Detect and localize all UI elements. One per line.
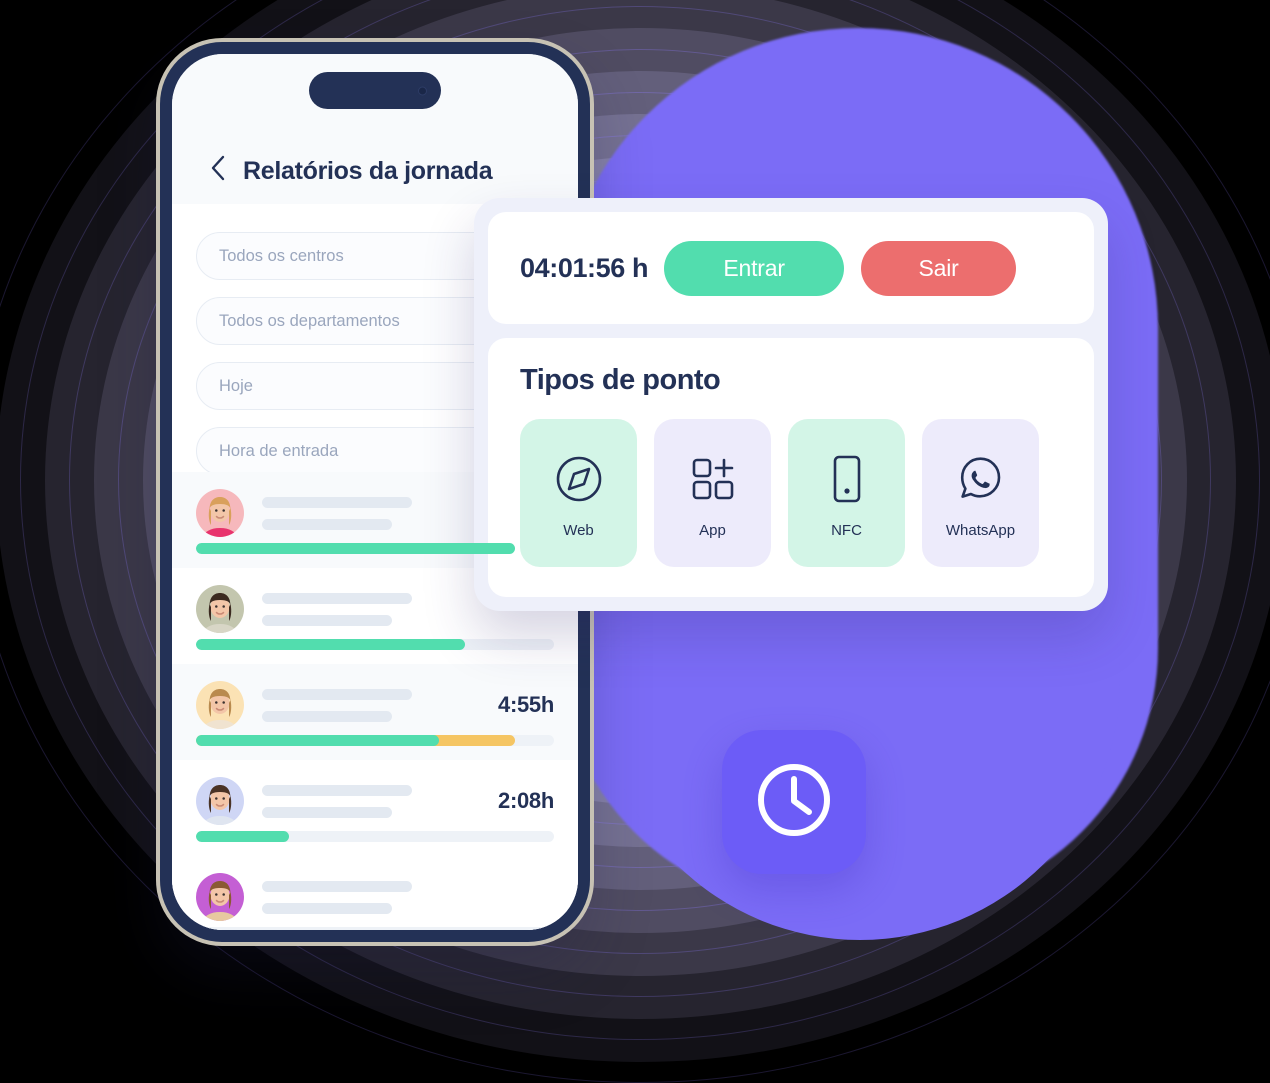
skeleton-line bbox=[262, 688, 412, 700]
progress-bar bbox=[196, 927, 554, 930]
progress-worked-segment bbox=[196, 735, 440, 746]
row-worked-hours: 2:08h bbox=[498, 788, 554, 813]
progress-worked-segment bbox=[196, 831, 290, 842]
timer-card: 04:01:56 h Entrar Sair bbox=[488, 212, 1094, 324]
filter-entry-time-label: Hora de entrada bbox=[219, 441, 339, 460]
avatar bbox=[196, 777, 244, 825]
skeleton-line bbox=[262, 806, 392, 818]
skeleton-line bbox=[262, 710, 392, 722]
punch-type-web-label: Web bbox=[563, 521, 594, 539]
filter-centers-label: Todos os centros bbox=[219, 246, 344, 265]
filter-departments-label: Todos os departamentos bbox=[219, 311, 400, 330]
clock-icon bbox=[751, 757, 837, 848]
skeleton-line bbox=[262, 518, 392, 530]
avatar bbox=[196, 873, 244, 921]
row-placeholder-lines bbox=[262, 784, 488, 818]
exit-button[interactable]: Sair bbox=[861, 240, 1017, 296]
avatar bbox=[196, 585, 244, 633]
progress-worked-segment bbox=[196, 543, 515, 554]
punch-type-app-label: App bbox=[699, 521, 726, 539]
avatar bbox=[196, 489, 244, 537]
punch-type-nfc[interactable]: NFC bbox=[788, 419, 905, 567]
skeleton-line bbox=[262, 784, 412, 796]
chevron-left-icon[interactable] bbox=[210, 155, 226, 181]
row-placeholder-lines bbox=[262, 688, 488, 722]
skeleton-line bbox=[262, 496, 412, 508]
punch-types-card: Tipos de ponto Web App NFC WhatsApp bbox=[488, 338, 1094, 597]
compass-icon bbox=[551, 448, 607, 510]
filter-date-label: Hoje bbox=[219, 376, 253, 395]
punch-type-whatsapp[interactable]: WhatsApp bbox=[922, 419, 1039, 567]
punch-type-nfc-label: NFC bbox=[831, 521, 862, 539]
punch-type-whatsapp-label: WhatsApp bbox=[945, 521, 1016, 539]
skeleton-line bbox=[262, 592, 412, 604]
progress-bar bbox=[196, 543, 554, 554]
clock-app-badge[interactable] bbox=[722, 730, 866, 874]
punch-type-app[interactable]: App bbox=[654, 419, 771, 567]
progress-worked-segment bbox=[196, 639, 465, 650]
row-worked-hours: 4:55h bbox=[498, 692, 554, 717]
table-row[interactable]: 4:55h bbox=[172, 664, 578, 760]
skeleton-line bbox=[262, 880, 412, 892]
punch-type-web[interactable]: Web bbox=[520, 419, 637, 567]
skeleton-line bbox=[262, 614, 392, 626]
dynamic-island bbox=[309, 72, 441, 109]
table-row[interactable]: 2:08h bbox=[172, 760, 578, 856]
avatar bbox=[196, 681, 244, 729]
phone-nfc-icon bbox=[819, 448, 875, 510]
row-placeholder-lines bbox=[262, 880, 554, 914]
enter-button[interactable]: Entrar bbox=[664, 240, 845, 296]
page-title: Relatórios da jornada bbox=[243, 157, 493, 185]
whatsapp-icon bbox=[953, 448, 1009, 510]
floating-panel: 04:01:56 h Entrar Sair Tipos de ponto We… bbox=[474, 198, 1108, 611]
grid-plus-icon bbox=[685, 448, 741, 510]
punch-type-tiles: Web App NFC WhatsApp bbox=[520, 419, 1062, 567]
progress-bar bbox=[196, 639, 554, 650]
timer-value: 04:01:56 h bbox=[520, 252, 649, 283]
screenshot-stage: Relatórios da jornada Todos os centros T… bbox=[0, 0, 1270, 1083]
front-camera-icon bbox=[418, 86, 427, 95]
table-row[interactable] bbox=[172, 856, 578, 930]
progress-bar bbox=[196, 831, 554, 842]
progress-bar bbox=[196, 735, 554, 746]
skeleton-line bbox=[262, 902, 392, 914]
punch-types-title: Tipos de ponto bbox=[520, 364, 721, 396]
